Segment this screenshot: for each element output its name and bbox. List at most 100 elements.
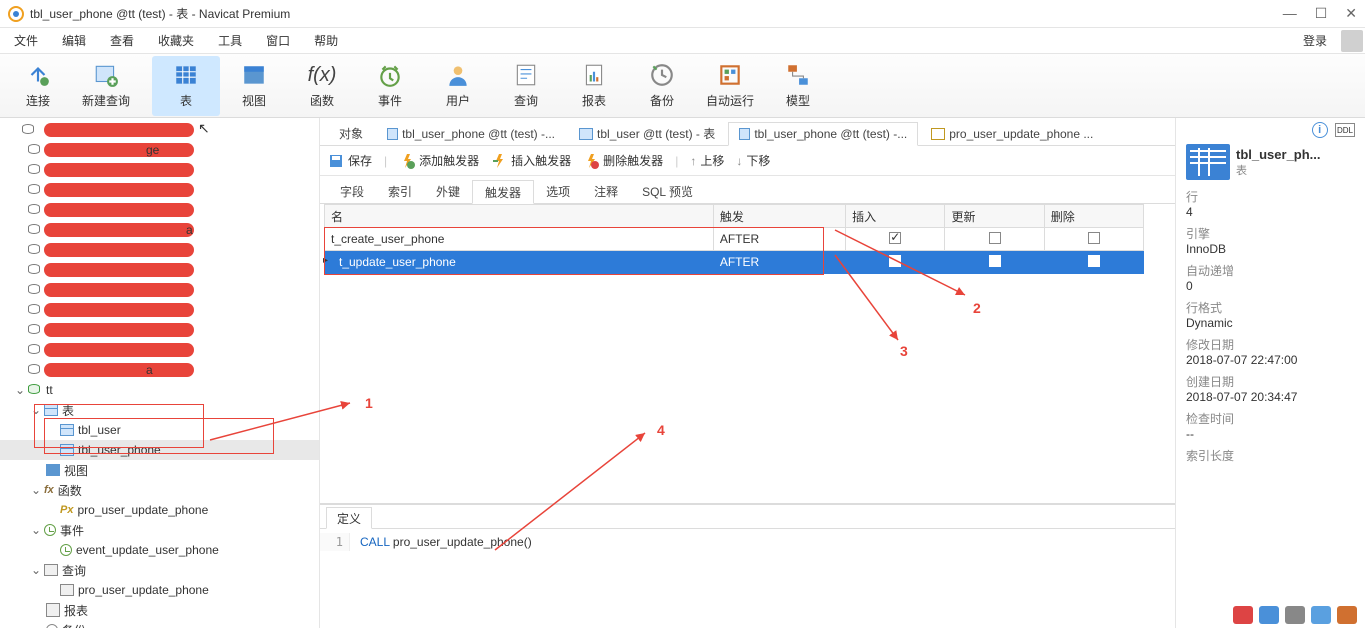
menu-window[interactable]: 窗口 <box>254 28 302 53</box>
tab-tbl-user[interactable]: tbl_user @tt (test) - 表 <box>568 121 726 145</box>
tree-connection[interactable] <box>0 120 319 140</box>
minimize-button[interactable]: — <box>1283 5 1297 22</box>
maximize-button[interactable]: ☐ <box>1315 5 1328 22</box>
editor-tabs: 对象 tbl_user_phone @tt (test) -... tbl_us… <box>320 118 1175 146</box>
sql-editor[interactable]: 1 CALL pro_user_update_phone() <box>320 529 1175 555</box>
tool-query[interactable]: 查询 <box>492 56 560 116</box>
tool-function[interactable]: f(x)函数 <box>288 56 356 116</box>
trigger-row[interactable]: t_create_user_phone AFTER <box>325 228 1144 251</box>
menu-favorites[interactable]: 收藏夹 <box>146 28 206 53</box>
tree-query-item[interactable]: pro_user_update_phone <box>0 580 319 600</box>
tree-reports-group[interactable]: 报表 <box>0 600 319 620</box>
tree-db-tt[interactable]: ⌄tt <box>0 380 319 400</box>
menu-view[interactable]: 查看 <box>98 28 146 53</box>
subtab-indexes[interactable]: 索引 <box>376 179 424 203</box>
tool-table[interactable]: 表 <box>152 56 220 116</box>
tool-new-query[interactable]: 新建查询 <box>72 56 140 116</box>
tree-connection[interactable]: ge <box>0 140 319 160</box>
annotation-label-4: 4 <box>657 422 665 438</box>
tool-report[interactable]: 报表 <box>560 56 628 116</box>
tree-connection[interactable] <box>0 180 319 200</box>
tree-table-tbl-user-phone[interactable]: tbl_user_phone <box>0 440 319 460</box>
tray-icon[interactable] <box>1285 606 1305 624</box>
window-controls: — ☐ ✕ <box>1283 5 1357 22</box>
tab-tbl-user-phone-2[interactable]: tbl_user_phone @tt (test) -... <box>728 122 918 146</box>
trigger-row-selected[interactable]: ▸t_update_user_phone AFTER <box>325 251 1144 274</box>
subtab-triggers[interactable]: 触发器 <box>472 180 534 204</box>
tree-functions-group[interactable]: ⌄fx函数 <box>0 480 319 500</box>
tree-connection[interactable] <box>0 200 319 220</box>
tree-table-tbl-user[interactable]: tbl_user <box>0 420 319 440</box>
tool-view[interactable]: 视图 <box>220 56 288 116</box>
close-button[interactable]: ✕ <box>1345 5 1357 22</box>
tree-connection[interactable] <box>0 320 319 340</box>
checkbox-update[interactable] <box>989 255 1001 267</box>
col-fire[interactable]: 触发 <box>713 205 845 228</box>
code-line[interactable]: CALL pro_user_update_phone() <box>350 533 542 551</box>
tool-connect[interactable]: 连接 <box>4 56 72 116</box>
procedure-icon <box>931 128 945 140</box>
tray-icon[interactable] <box>1233 606 1253 624</box>
checkbox-insert[interactable] <box>889 255 901 267</box>
table-struct-icon <box>739 128 750 140</box>
tree-tables-group[interactable]: ⌄表 <box>0 400 319 420</box>
tree-connection[interactable]: a <box>0 220 319 240</box>
tree-function-item[interactable]: Pxpro_user_update_phone <box>0 500 319 520</box>
col-delete[interactable]: 删除 <box>1044 205 1143 228</box>
subtab-sql-preview[interactable]: SQL 预览 <box>630 179 705 203</box>
move-down-button[interactable]: ↓下移 <box>736 152 770 169</box>
menu-file[interactable]: 文件 <box>2 28 50 53</box>
tree-connection[interactable] <box>0 260 319 280</box>
avatar-icon[interactable] <box>1341 30 1363 52</box>
tool-autorun[interactable]: 自动运行 <box>696 56 764 116</box>
subtab-comment[interactable]: 注释 <box>582 179 630 203</box>
tree-queries-group[interactable]: ⌄查询 <box>0 560 319 580</box>
insert-trigger-button[interactable]: 插入触发器 <box>491 152 571 169</box>
tab-tbl-user-phone-1[interactable]: tbl_user_phone @tt (test) -... <box>376 121 566 145</box>
menu-edit[interactable]: 编辑 <box>50 28 98 53</box>
tree-connection[interactable]: a <box>0 360 319 380</box>
tray-icon[interactable] <box>1259 606 1279 624</box>
subtab-options[interactable]: 选项 <box>534 179 582 203</box>
table-struct-icon <box>579 128 593 140</box>
trigger-grid[interactable]: 名 触发 插入 更新 删除 t_create_user_phone AFTER … <box>324 204 1144 274</box>
col-update[interactable]: 更新 <box>945 205 1044 228</box>
tree-events-group[interactable]: ⌄事件 <box>0 520 319 540</box>
tree-connection[interactable] <box>0 340 319 360</box>
tab-procedure[interactable]: pro_user_update_phone ... <box>920 121 1104 145</box>
login-button[interactable]: 登录 <box>1293 28 1337 53</box>
tree-connection[interactable] <box>0 280 319 300</box>
tree-backups-group[interactable]: 备份 <box>0 620 319 628</box>
tray-icon[interactable] <box>1337 606 1357 624</box>
menu-help[interactable]: 帮助 <box>302 28 350 53</box>
checkbox-delete[interactable] <box>1088 232 1100 244</box>
tray-icons <box>1233 606 1357 624</box>
delete-trigger-button[interactable]: 删除触发器 <box>583 152 663 169</box>
tab-objects[interactable]: 对象 <box>328 121 374 145</box>
tree-connection[interactable] <box>0 160 319 180</box>
tool-event[interactable]: 事件 <box>356 56 424 116</box>
checkbox-delete[interactable] <box>1088 255 1100 267</box>
tree-views-group[interactable]: 视图 <box>0 460 319 480</box>
subtab-fields[interactable]: 字段 <box>328 179 376 203</box>
tree-event-item[interactable]: event_update_user_phone <box>0 540 319 560</box>
checkbox-update[interactable] <box>989 232 1001 244</box>
save-button[interactable]: 保存 <box>328 152 372 169</box>
move-up-button[interactable]: ↑上移 <box>690 152 724 169</box>
add-trigger-button[interactable]: 添加触发器 <box>399 152 479 169</box>
info-panel: i DDL tbl_user_ph... 表 行4 引擎InnoDB 自动递增0… <box>1175 118 1365 628</box>
subtab-fk[interactable]: 外键 <box>424 179 472 203</box>
tree-connection[interactable] <box>0 300 319 320</box>
tool-user[interactable]: 用户 <box>424 56 492 116</box>
info-icon[interactable]: i <box>1312 122 1328 138</box>
col-insert[interactable]: 插入 <box>846 205 945 228</box>
col-name[interactable]: 名 <box>325 205 714 228</box>
tree-connection[interactable] <box>0 240 319 260</box>
checkbox-insert[interactable] <box>889 232 901 244</box>
tool-model[interactable]: 模型 <box>764 56 832 116</box>
ddl-icon[interactable]: DDL <box>1335 123 1355 137</box>
tray-icon[interactable] <box>1311 606 1331 624</box>
menu-tools[interactable]: 工具 <box>206 28 254 53</box>
def-tab[interactable]: 定义 <box>326 507 372 529</box>
tool-backup[interactable]: 备份 <box>628 56 696 116</box>
